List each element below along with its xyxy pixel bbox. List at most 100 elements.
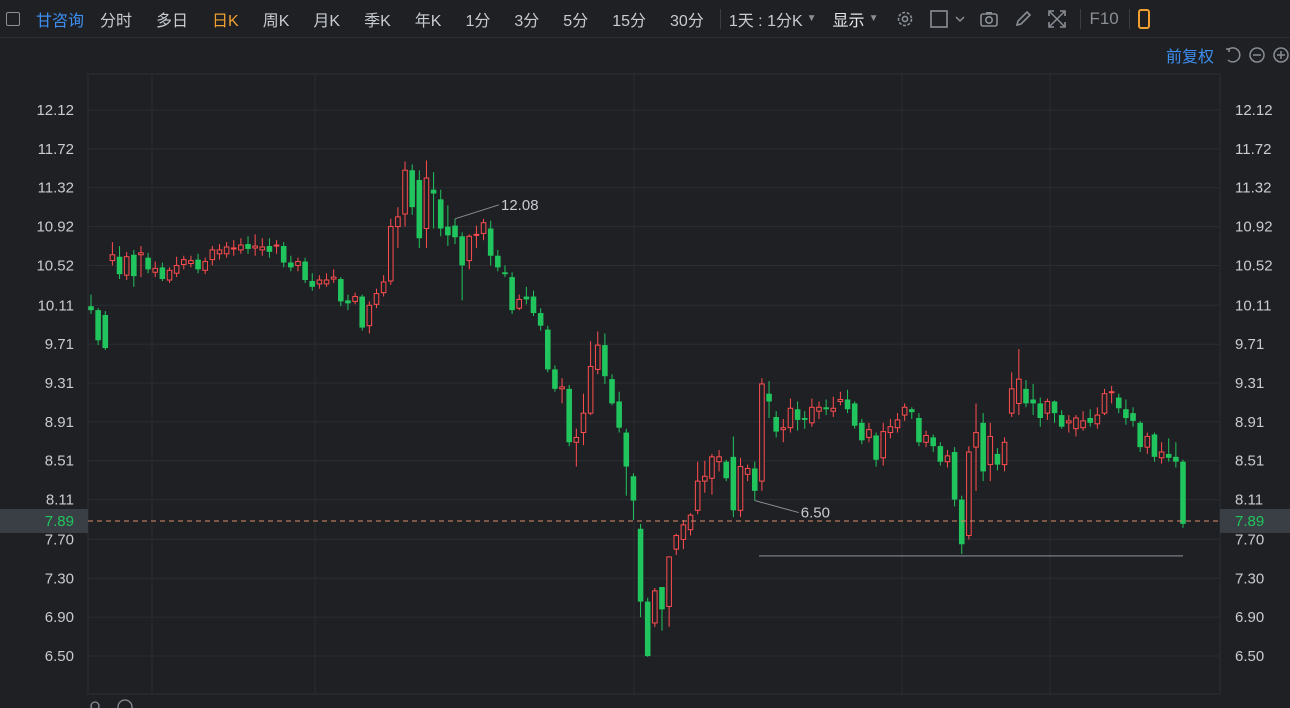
y-tick-label-left: 8.11 [46,492,74,509]
candle-body [523,296,530,300]
candle-body [573,436,580,443]
candle-body [1115,397,1122,409]
stock-name[interactable]: 甘咨询 [36,7,84,31]
period-tab-daily[interactable]: 日K [212,7,239,31]
candle-body [216,249,223,255]
candle [552,365,558,392]
candle [1180,459,1186,528]
candle-body [723,461,729,479]
indicator-icon[interactable] [88,698,102,708]
f10-button[interactable]: F10 [1089,9,1118,29]
candle-body [1108,391,1115,394]
candle-body [1058,415,1065,427]
settings-icon[interactable] [116,698,134,708]
y-tick-label-left: 7.30 [45,570,74,587]
candle-body [1158,451,1165,459]
chevron-down-icon: ▼ [868,13,879,24]
toolbar-divider [1080,8,1082,29]
square-select-icon[interactable] [928,8,950,30]
period-tab-15min[interactable]: 15分 [612,7,646,31]
candle-body [1023,388,1029,404]
candle-body [395,216,401,228]
candle-body [566,388,572,443]
candle-body [145,257,151,270]
candle-body [537,313,544,326]
interval-dropdown[interactable]: 1天 : 1分K ▼ [729,7,817,31]
candle-body [809,406,815,424]
candle-body [552,369,558,389]
period-tab-weekly[interactable]: 周K [263,7,290,31]
candle-body [1094,414,1101,425]
candle-body [437,199,444,229]
period-tab-multiday[interactable]: 多日 [156,7,188,31]
candle-body [509,277,515,311]
period-tab-quarterly[interactable]: 季K [364,7,391,31]
y-tick-label-right: 7.70 [1235,531,1264,548]
current-price-label-left: 7.89 [45,513,74,530]
candle-body [202,261,208,271]
candle [916,413,922,447]
candle-body [1123,409,1129,418]
toolbar-divider [1128,8,1130,29]
candle-body [980,422,986,472]
candle-body [545,329,551,370]
sidebar-toggle-icon[interactable] [6,11,20,26]
candle-body [737,466,744,511]
period-tab-3min[interactable]: 3分 [514,7,539,31]
gear-icon[interactable] [894,8,916,30]
candle-body [188,260,194,265]
candle-body [602,345,608,377]
period-tab-intraday[interactable]: 分时 [100,7,132,31]
candle-body [937,446,944,462]
current-price-label-right: 7.89 [1235,513,1264,530]
candle-body [530,296,537,314]
candle [737,457,744,518]
y-tick-label-right: 8.51 [1235,453,1264,470]
candle-body [859,422,865,441]
bottom-toolbar [88,698,134,708]
panel-toggle-icon[interactable] [1137,8,1150,29]
candle [509,272,515,315]
chevron-down-icon: ▼ [806,13,817,24]
period-tab-yearly[interactable]: 年K [415,7,442,31]
candle-body [1151,434,1158,457]
candle-body [480,222,487,234]
candle-body [409,170,415,208]
chevron-down-icon[interactable] [954,8,966,30]
candle-body [116,256,123,275]
candle-body [487,228,494,256]
candle-body [345,300,351,304]
candle-body [894,419,901,429]
candle-body [245,244,251,249]
candle-body [1173,456,1179,462]
candle-body [659,587,665,610]
y-tick-label-left: 9.71 [45,336,74,353]
camera-icon[interactable] [978,8,1000,30]
candle-body [973,432,979,448]
period-tab-1min[interactable]: 1分 [465,7,490,31]
period-tab-30min[interactable]: 30分 [670,7,704,31]
toolbar-divider [719,8,721,29]
max-price-annotation: 12.08 [501,197,539,214]
candle-body [109,254,116,262]
candle-body [716,456,722,463]
candle-body [759,383,765,482]
candle [95,308,101,346]
period-tab-5min[interactable]: 5分 [563,7,588,31]
candle-body [873,435,879,460]
candle [851,401,858,429]
candle-body [495,255,501,268]
candle-body [452,225,458,238]
candlestick-chart[interactable]: 7.89 7.89 12.08 6.50 12.12 12.12 11.72 11.72 11… [0,38,1290,706]
pencil-icon[interactable] [1012,8,1034,30]
candle-body [152,267,159,273]
display-dropdown[interactable]: 显示 ▼ [833,7,879,31]
candle-body [880,431,887,459]
y-tick-label-right: 12.12 [1235,102,1273,119]
candle-body [416,179,423,239]
candle [102,311,109,350]
y-tick-label-right: 10.11 [1235,297,1271,314]
fullscreen-icon[interactable] [1046,8,1068,30]
candle-body [473,233,480,236]
period-tab-monthly[interactable]: 月K [313,7,340,31]
